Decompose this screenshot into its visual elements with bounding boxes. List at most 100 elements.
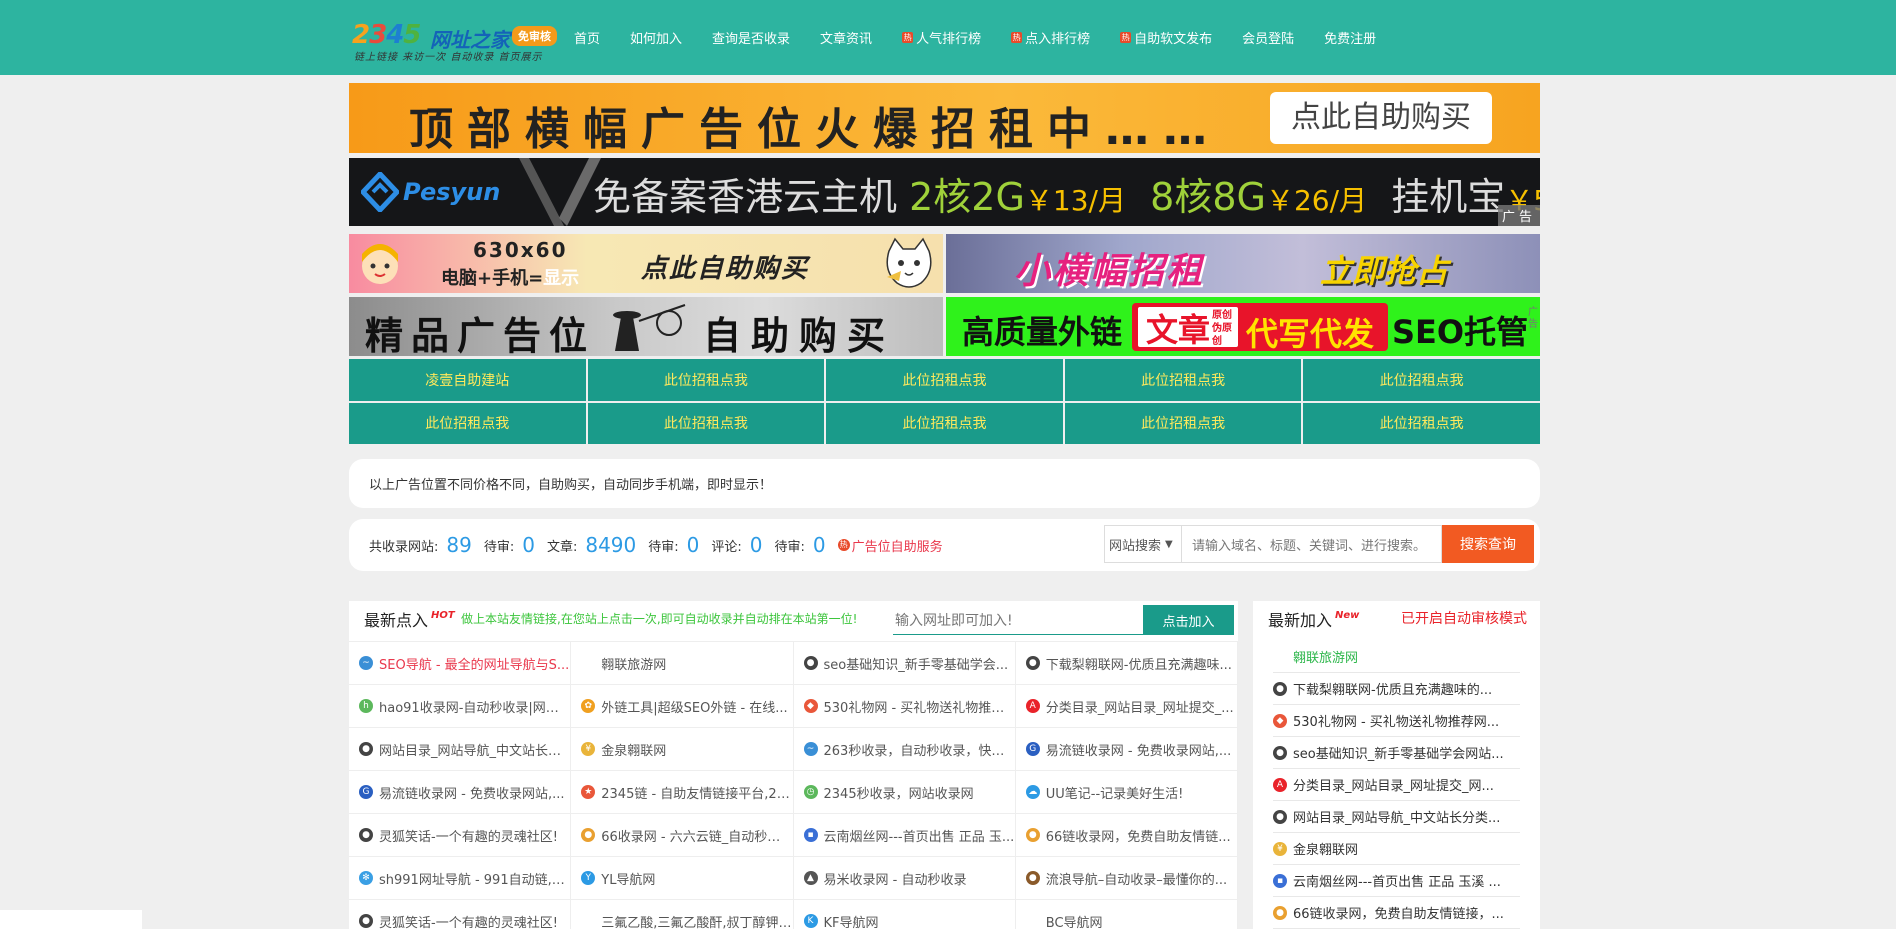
- small-banner-ad[interactable]: 小横幅招租 立即抢占: [946, 234, 1540, 293]
- top-banner-ad[interactable]: 顶部横幅广告位火爆招租中…… 点此自助购买: [349, 83, 1540, 153]
- cart-icon: ▪: [803, 828, 818, 842]
- site-link[interactable]: 翱联旅游网: [1273, 641, 1520, 673]
- site-link[interactable]: h hao91收录网-自动秒收录|网站...: [349, 685, 572, 728]
- coin-icon: ¥: [581, 742, 596, 756]
- nav-item[interactable]: 免费注册: [1324, 28, 1376, 47]
- banner-a-cta: 点此自助购买: [641, 254, 810, 284]
- site-link[interactable]: ● 流浪导航–自动收录–最懂你的...: [1015, 857, 1238, 900]
- site-link[interactable]: ◷ 2345秒收录，网站收录网: [793, 771, 1016, 814]
- ad-self-service-link[interactable]: 热广告位自助服务: [837, 536, 943, 555]
- site-link[interactable]: G 易流链收录网 - 免费收录网站,...: [349, 771, 572, 814]
- seo-service-banner[interactable]: 高质量外链 文章 原创 伪原创 代写代发 SEO托管 广告: [946, 297, 1540, 356]
- hot-icon: 热: [1011, 32, 1023, 43]
- nav-item[interactable]: 如何加入: [630, 28, 682, 47]
- nav-item[interactable]: 首页: [574, 28, 600, 47]
- premium-ad-banner[interactable]: 精品广告位 自助购买: [349, 297, 943, 356]
- nav-item[interactable]: 查询是否收录: [712, 28, 790, 47]
- site-link[interactable]: ◆ 530礼物网 - 买礼物送礼物推荐网...: [1273, 705, 1520, 737]
- rental-link[interactable]: 此位招租点我: [1064, 359, 1302, 401]
- nav-item[interactable]: 文章资讯: [820, 28, 872, 47]
- site-link[interactable]: ● 灵狐笑话-一个有趣的灵魂社区!: [349, 814, 572, 857]
- join-url-input[interactable]: 输入网址即可加入!: [893, 605, 1143, 635]
- site-link[interactable]: 三氟乙酸,三氟乙酸酐,叔丁醇钾,...: [571, 900, 794, 929]
- site-link-label: 易流链收录网 - 免费收录网站,...: [1045, 743, 1232, 759]
- kf-icon: K: [803, 914, 818, 928]
- nav-item[interactable]: 会员登陆: [1242, 28, 1294, 47]
- site-link-label: 66链收录网，免费自助友情链接，...: [1293, 907, 1504, 922]
- pending-articles-count: 0: [686, 533, 700, 557]
- site-link[interactable]: K KF导航网: [794, 900, 1016, 929]
- ad-tag: 广告: [1497, 205, 1540, 226]
- rental-link[interactable]: 凌壹自助建站: [349, 359, 586, 401]
- rental-link[interactable]: 此位招租点我: [1303, 402, 1540, 444]
- site-link[interactable]: ¥ 金泉翱联网: [1273, 833, 1520, 865]
- site-link[interactable]: ● 网站目录_网站导航_中文站长分...: [349, 728, 572, 771]
- nav-item[interactable]: 热自助软文发布: [1120, 28, 1212, 47]
- site-stats-bar: 共收录网站: 89 待审: 0 文章: 8490 待审: 0 评论: 0 待审:…: [349, 519, 1540, 571]
- site-link[interactable]: ● 下载梨翱联网-优质且充满趣味的...: [1273, 673, 1520, 705]
- site-link[interactable]: ~ SEO导航 - 最全的网址导航与S...: [349, 642, 572, 685]
- rental-link[interactable]: 此位招租点我: [587, 402, 825, 444]
- site-link[interactable]: ¥ 金泉翱联网: [571, 728, 794, 771]
- site-logo[interactable]: 2345 网址之家 免审核 链上链接 来访一次 自动收录 首页展示: [352, 18, 562, 63]
- site-link[interactable]: ● 66收录网 - 六六云链_自动秒收...: [571, 814, 794, 857]
- rental-link[interactable]: 此位招租点我: [1064, 402, 1302, 444]
- site-link[interactable]: BC导航网: [1016, 900, 1238, 929]
- rental-link[interactable]: 此位招租点我: [826, 402, 1063, 444]
- site-link[interactable]: A 分类目录_网站目录_网址提交_...: [1015, 685, 1238, 728]
- site-link[interactable]: ✻ sh991网址导航 - 991自动链,网...: [349, 857, 572, 900]
- site-link[interactable]: ✿ 外链工具|超级SEO外链 - 在线...: [571, 685, 794, 728]
- logo-digits: 2345: [352, 20, 421, 50]
- rental-link[interactable]: 此位招租点我: [349, 402, 586, 444]
- site-link-label: 翱联旅游网: [601, 657, 667, 673]
- star-icon: ★: [581, 785, 596, 799]
- nav-item[interactable]: 热点入排行榜: [1011, 28, 1090, 47]
- ad-tag: 广告: [1528, 307, 1538, 330]
- logo-slogan: 链上链接 来访一次 自动收录 首页展示: [354, 52, 543, 63]
- nav-item-label: 如何加入: [630, 32, 683, 47]
- site-link-label: KF导航网: [823, 915, 879, 929]
- banner-b-cta: 立即抢占: [1320, 252, 1449, 290]
- latest-in-hint: 做上本站友情链接,在您站上点击一次,即可自动收录并自动排在本站第一位!: [461, 612, 858, 626]
- rental-link[interactable]: 此位招租点我: [826, 359, 1063, 401]
- g-icon: G: [359, 785, 373, 799]
- hot-badge: HOT: [431, 610, 455, 621]
- site-link[interactable]: ● 灵狐笑话-一个有趣的灵魂社区!: [349, 900, 572, 929]
- site-link[interactable]: G 易流链收录网 - 免费收录网站,...: [1015, 728, 1238, 771]
- site-link[interactable]: 翱联旅游网: [571, 642, 794, 685]
- site-link[interactable]: ● 网站目录_网站导航_中文站长分类...: [1273, 801, 1520, 833]
- site-link[interactable]: ▪ 云南烟丝网---首页出售 正品 玉...: [793, 814, 1016, 857]
- rental-link[interactable]: 此位招租点我: [587, 359, 825, 401]
- banner-c-text: 精品广告位: [365, 314, 596, 356]
- banner-630x60-ad[interactable]: 630x60 电脑+手机=显示 点此自助购买: [349, 234, 943, 293]
- site-link[interactable]: A 分类目录_网站目录_网址提交_网...: [1273, 769, 1520, 801]
- site-link[interactable]: ★ 2345链 - 自助友情链接平台,23...: [571, 771, 794, 814]
- top-banner-buy-button[interactable]: 点此自助购买: [1270, 92, 1492, 144]
- pesyun-banner-ad[interactable]: Pesyun 免备案香港云主机 2核2G￥13/月 8核8G￥26/月 挂机宝￥…: [349, 158, 1540, 226]
- nav-item[interactable]: 热人气排行榜: [902, 28, 981, 47]
- site-link[interactable]: ● seo基础知识_新手零基础学会网站...: [1273, 737, 1520, 769]
- globe-icon: ●: [1273, 745, 1287, 760]
- search-type-select[interactable]: 网站搜索 ▼: [1104, 525, 1182, 563]
- join-button[interactable]: 点击加入: [1143, 605, 1234, 635]
- site-link[interactable]: ☁ UU笔记--记录美好生活!: [1015, 771, 1238, 814]
- site-link[interactable]: ~263秒收录，自动秒收录，快速...: [793, 728, 1016, 771]
- site-header: 2345 网址之家 免审核 链上链接 来访一次 自动收录 首页展示 首页 如何加入…: [0, 0, 1896, 75]
- site-link[interactable]: ● seo基础知识_新手零基础学会...: [793, 642, 1016, 685]
- site-link[interactable]: ▪ 云南烟丝网---首页出售 正品 玉溪 ...: [1273, 865, 1520, 897]
- site-link[interactable]: ● 下载梨翱联网-优质且充满趣味...: [1015, 642, 1238, 685]
- site-link-label: 外链工具|超级SEO外链 - 在线...: [601, 700, 788, 716]
- search-input[interactable]: 请输入域名、标题、关键词、进行搜索。: [1182, 525, 1442, 563]
- site-link-label: 云南烟丝网---首页出售 正品 玉...: [823, 829, 1015, 845]
- site-link[interactable]: Y YL导航网: [571, 857, 794, 900]
- site-link[interactable]: ● 66链收录网，免费自助友情链接，...: [1273, 897, 1520, 929]
- pending-sites-count: 0: [522, 533, 535, 557]
- search-button[interactable]: 搜索查询: [1442, 525, 1534, 563]
- site-link[interactable]: ◆ 530礼物网 - 买礼物送礼物推荐...: [793, 685, 1016, 728]
- site-link[interactable]: ▲ 易米收录网 - 自动秒收录: [793, 857, 1016, 900]
- latest-added-list: 翱联旅游网 ● 下载梨翱联网-优质且充满趣味的... ◆ 530礼物网 - 买礼物送礼物…: [1273, 641, 1520, 929]
- nav-item-label: 点入排行榜: [1025, 32, 1091, 47]
- site-link[interactable]: ● 66链收录网，免费自助友情链...: [1015, 814, 1238, 857]
- site-link-label: seo基础知识_新手零基础学会网站...: [1293, 747, 1504, 762]
- rental-link[interactable]: 此位招租点我: [1303, 359, 1540, 401]
